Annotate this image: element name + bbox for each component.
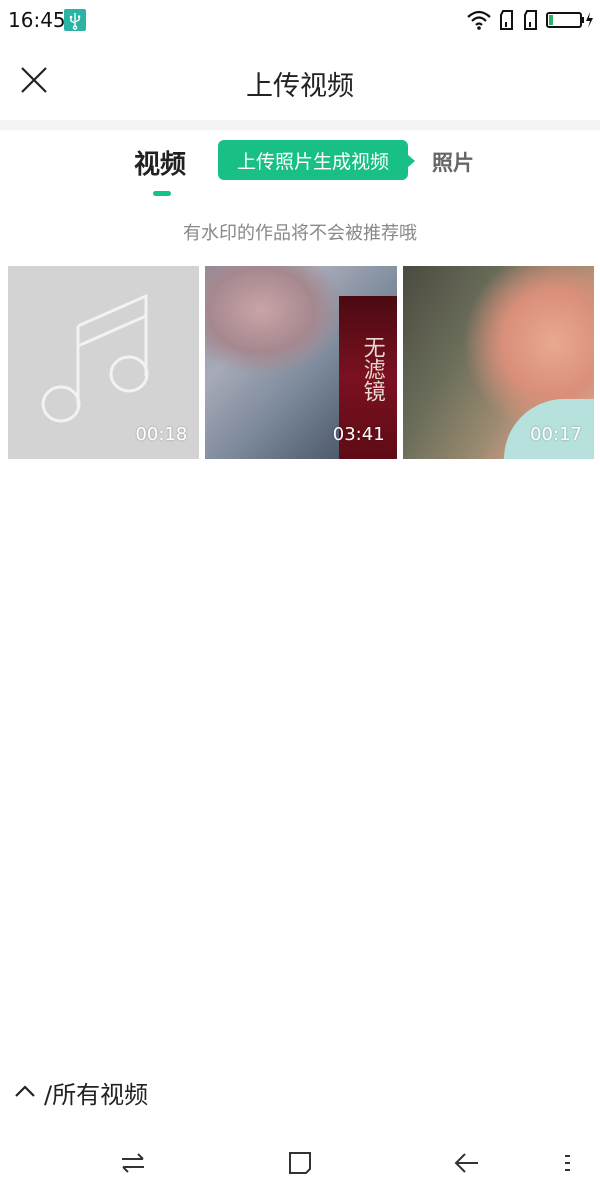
recent-apps-button[interactable]: [116, 1148, 150, 1182]
battery-charging-icon: [546, 9, 594, 31]
video-thumbnail[interactable]: 00:18: [8, 266, 200, 459]
sim-1-icon: [498, 9, 516, 31]
video-grid: 00:18 无滤镜 03:41 00:17: [8, 266, 594, 459]
menu-button[interactable]: [550, 1148, 584, 1182]
thumbnail-image: [205, 266, 346, 376]
system-nav-bar: [0, 1130, 600, 1200]
video-duration: 00:17: [530, 424, 582, 445]
poster-text: 无滤镜: [359, 336, 385, 402]
album-selector[interactable]: /所有视频: [14, 1074, 148, 1110]
tab-video[interactable]: 视频: [134, 144, 186, 181]
music-note-icon: [38, 286, 168, 435]
back-button[interactable]: [449, 1148, 483, 1182]
back-arrow-icon: [452, 1151, 480, 1179]
video-duration: 03:41: [332, 424, 385, 445]
tab-active-indicator: [153, 191, 171, 196]
header: 上传视频: [0, 40, 600, 122]
promo-tail: [407, 154, 415, 168]
photo-to-video-promo[interactable]: 上传照片生成视频: [218, 140, 415, 180]
sim-2-icon: [522, 9, 540, 31]
tab-photo[interactable]: 照片: [432, 147, 474, 177]
menu-dots-icon: [561, 1151, 573, 1179]
status-icons: [466, 8, 594, 32]
album-label: /所有视频: [44, 1080, 149, 1109]
wifi-icon: [466, 9, 492, 31]
video-duration: 00:18: [135, 424, 188, 445]
home-button[interactable]: [283, 1148, 317, 1182]
switch-icon: [119, 1151, 147, 1179]
usb-icon: [64, 9, 86, 31]
status-time: 16:45: [8, 8, 66, 32]
status-bar: 16:45: [0, 0, 600, 40]
video-thumbnail[interactable]: 00:17: [402, 266, 594, 459]
video-thumbnail[interactable]: 无滤镜 03:41: [205, 266, 397, 459]
chevron-up-icon: [14, 1083, 36, 1102]
watermark-hint: 有水印的作品将不会被推荐哦: [183, 223, 417, 244]
media-tabs: 视频 上传照片生成视频 照片: [0, 130, 600, 200]
page-title: 上传视频: [246, 71, 354, 102]
home-square-icon: [287, 1150, 313, 1180]
header-divider: [0, 120, 600, 130]
promo-label: 上传照片生成视频: [236, 150, 389, 173]
